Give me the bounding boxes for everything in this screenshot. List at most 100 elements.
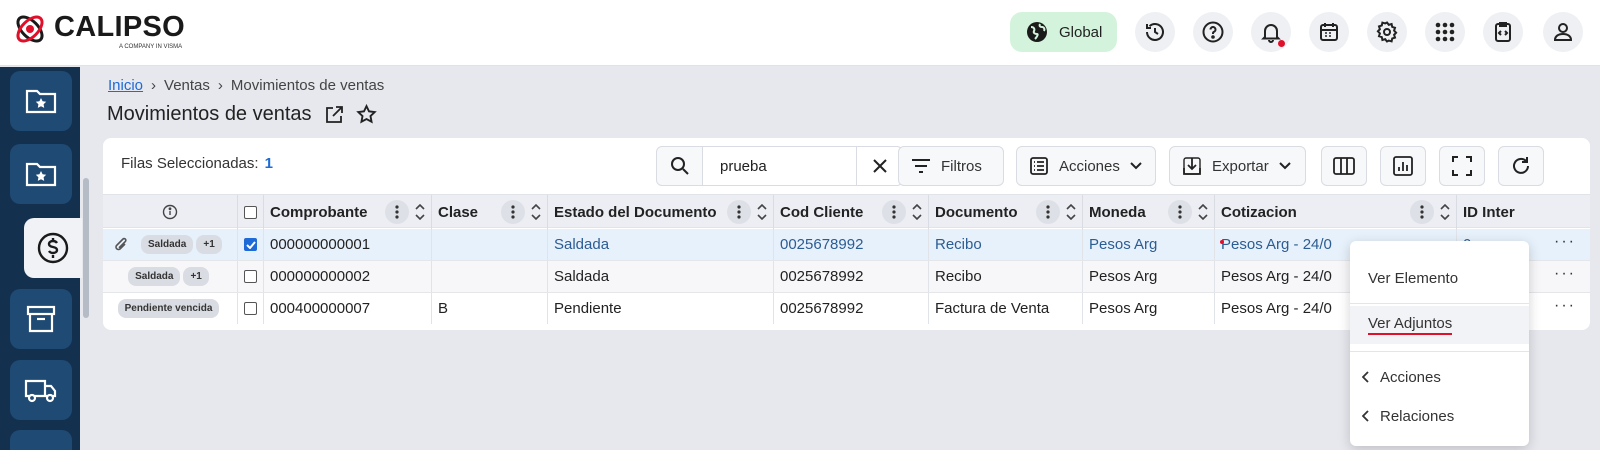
row-checkbox[interactable] (244, 270, 257, 283)
menu-divider (1350, 303, 1529, 304)
vertical-dots-icon (395, 205, 399, 219)
cell-cod-cliente: 0025678992 (774, 293, 929, 324)
folder-star-icon (25, 162, 57, 187)
vertical-dots-icon (511, 205, 515, 219)
help-button[interactable] (1193, 12, 1233, 52)
column-header-id-inter[interactable]: ID Inter (1457, 195, 1590, 229)
selected-rows-indicator: Filas Seleccionadas: 1 (121, 155, 273, 172)
column-menu-button[interactable] (727, 200, 751, 224)
row-checkbox[interactable] (244, 238, 257, 251)
column-header-label: Clase (438, 203, 479, 221)
column-select-all (238, 195, 264, 229)
history-button[interactable] (1135, 12, 1175, 52)
sidebar-item-archive[interactable] (10, 289, 72, 349)
chart-view-button[interactable] (1380, 146, 1426, 186)
status-chip-more[interactable]: +1 (196, 235, 222, 254)
actions-dropdown[interactable]: Acciones (1016, 146, 1156, 186)
column-header-clase[interactable]: Clase (432, 195, 548, 229)
menu-item-ver-adjuntos[interactable]: Ver Adjuntos (1350, 306, 1529, 344)
fullscreen-button[interactable] (1439, 146, 1485, 186)
notifications-button[interactable] (1251, 12, 1291, 52)
column-menu-button[interactable] (1168, 200, 1192, 224)
cell-documento: Factura de Venta (929, 293, 1083, 324)
row-checkbox[interactable] (244, 302, 257, 315)
column-header-documento[interactable]: Documento (929, 195, 1083, 229)
row-actions-button[interactable]: ··· (1554, 266, 1576, 282)
search-icon[interactable] (657, 147, 703, 185)
sidebar-item-ventas[interactable] (24, 218, 82, 278)
brand-tagline: A COMPANY IN VISMA (119, 44, 183, 50)
column-header-moneda[interactable]: Moneda (1083, 195, 1215, 229)
chevron-left-icon (1362, 410, 1369, 422)
star-icon[interactable] (355, 104, 377, 125)
gear-icon (1376, 21, 1398, 43)
page-title-row: Movimientos de ventas (107, 103, 377, 126)
menu-item-ver-elemento[interactable]: Ver Elemento (1350, 259, 1529, 297)
clear-search-button[interactable] (856, 147, 902, 185)
column-menu-button[interactable] (882, 200, 906, 224)
sort-arrows-icon[interactable] (1198, 204, 1208, 220)
column-header-label: Estado del Documento (554, 203, 717, 221)
developer-button[interactable] (1483, 12, 1523, 52)
sidebar-item-more[interactable] (10, 430, 72, 450)
sidebar-scrollbar[interactable] (83, 178, 89, 318)
sort-arrows-icon[interactable] (531, 204, 541, 220)
column-header-label: ID Inter (1463, 203, 1515, 221)
refresh-icon (1513, 157, 1529, 174)
column-menu-button[interactable] (501, 200, 525, 224)
status-chip-more[interactable]: +1 (183, 267, 209, 286)
sort-arrows-icon[interactable] (1440, 204, 1450, 220)
sidebar-item-favorites[interactable] (10, 71, 72, 131)
brand-name: CALIPSO (54, 11, 185, 43)
column-header-estado[interactable]: Estado del Documento (548, 195, 774, 229)
menu-item-relaciones[interactable]: Relaciones (1350, 397, 1529, 435)
column-header-cod-cliente[interactable]: Cod Cliente (774, 195, 929, 229)
cell-cod-cliente: 0025678992 (774, 261, 929, 292)
cell-estado: Pendiente (548, 293, 774, 324)
apps-button[interactable] (1425, 12, 1465, 52)
cell-comprobante: 000400000007 (264, 293, 432, 324)
breadcrumb-item[interactable]: Ventas (164, 77, 210, 94)
column-menu-button[interactable] (385, 200, 409, 224)
row-status-cell: Saldada +1 (103, 229, 238, 260)
row-checkbox-cell (238, 229, 264, 260)
row-actions-button[interactable]: ··· (1554, 298, 1576, 314)
columns-icon (1333, 157, 1355, 175)
column-header-comprobante[interactable]: Comprobante (264, 195, 432, 229)
column-menu-button[interactable] (1036, 200, 1060, 224)
sort-arrows-icon[interactable] (415, 204, 425, 220)
sidebar-item-favorites-2[interactable] (10, 144, 72, 204)
calipso-logo[interactable]: CALIPSO A COMPANY IN VISMA (12, 10, 187, 56)
global-scope-button[interactable]: Global (1010, 12, 1117, 52)
row-status-cell: Pendiente vencida (103, 293, 238, 324)
open-external-icon[interactable] (324, 105, 344, 125)
settings-button[interactable] (1367, 12, 1407, 52)
filters-button[interactable]: Filtros (898, 146, 1004, 186)
breadcrumb-current: Movimientos de ventas (230, 77, 385, 94)
vertical-dots-icon (1420, 205, 1424, 219)
refresh-button[interactable] (1498, 146, 1544, 186)
globe-icon (1027, 22, 1047, 42)
calendar-button[interactable] (1309, 12, 1349, 52)
search-input[interactable]: prueba (703, 147, 856, 185)
column-menu-button[interactable] (1410, 200, 1434, 224)
sort-arrows-icon[interactable] (1066, 204, 1076, 220)
calendar-icon (1320, 23, 1338, 41)
menu-item-acciones[interactable]: Acciones (1350, 358, 1529, 396)
global-label: Global (1059, 23, 1103, 41)
sort-arrows-icon[interactable] (757, 204, 767, 220)
status-chip: Saldada (128, 267, 181, 286)
sort-arrows-icon[interactable] (912, 204, 922, 220)
sidebar-item-logistics[interactable] (10, 360, 72, 420)
user-menu-button[interactable] (1543, 12, 1583, 52)
paperclip-icon[interactable] (113, 235, 129, 255)
calipso-logo-mark-icon (16, 15, 44, 43)
row-actions-button[interactable]: ··· (1554, 234, 1576, 250)
info-icon[interactable] (162, 204, 178, 220)
column-header-label: Documento (935, 203, 1018, 221)
columns-button[interactable] (1321, 146, 1367, 186)
select-all-checkbox[interactable] (244, 205, 257, 219)
export-dropdown[interactable]: Exportar (1169, 146, 1306, 186)
column-header-cotizacion[interactable]: Cotizacion (1215, 195, 1457, 229)
breadcrumb-home-link[interactable]: Inicio (108, 77, 143, 94)
